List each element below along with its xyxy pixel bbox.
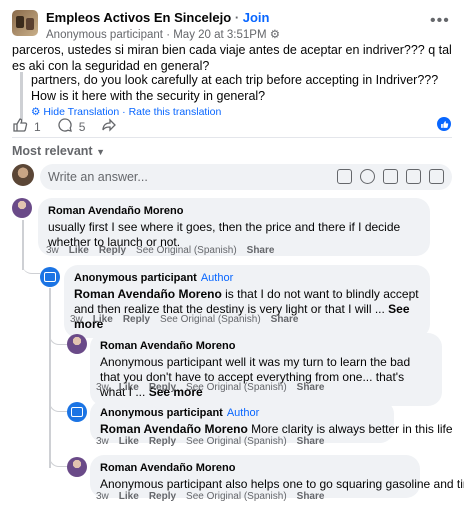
comment-author[interactable]: Anonymous participant [100, 407, 223, 419]
comment-time[interactable]: 3w [96, 491, 109, 502]
share-button[interactable]: Share [271, 314, 299, 325]
thread-connector [49, 400, 67, 412]
post-date[interactable]: May 20 at 3:51PM [173, 29, 266, 41]
share-button[interactable]: Share [297, 382, 325, 393]
comment-time[interactable]: 3w [46, 245, 59, 256]
share-button[interactable]: Share [297, 436, 325, 447]
comment-text-row: Roman Avendaño Moreno is that I do not w… [74, 287, 420, 332]
like-button[interactable]: Like [119, 491, 139, 502]
like-reaction-icon[interactable] [437, 117, 451, 131]
comment-actions: 3w Like Reply See Original (Spanish) Sha… [96, 436, 324, 447]
see-original-link[interactable]: See Original (Spanish) [186, 382, 287, 393]
translation-block: partners, do you look carefully at each … [20, 72, 450, 120]
comment-author[interactable]: Roman Avendaño Moreno [100, 461, 410, 476]
comment-time[interactable]: 3w [96, 436, 109, 447]
comment-actions: 3w Like Reply See Original (Spanish) Sha… [96, 382, 324, 393]
avatar[interactable] [40, 267, 60, 287]
reply-button[interactable]: Reply [149, 436, 176, 447]
comment-actions: 3w Like Reply See Original (Spanish) Sha… [70, 314, 298, 325]
thread-line [49, 288, 51, 468]
translation-text: partners, do you look carefully at each … [31, 73, 439, 103]
sort-label: Most relevant [12, 144, 93, 158]
reply-button[interactable]: Reply [149, 491, 176, 502]
see-original-link[interactable]: See Original (Spanish) [136, 245, 237, 256]
avatar[interactable] [67, 334, 87, 354]
avatar-sticker-icon[interactable] [337, 169, 352, 184]
like-button[interactable]: Like [119, 436, 139, 447]
group-header: Empleos Activos En Sincelejo · Join [46, 10, 270, 25]
post-author[interactable]: Anonymous participant [46, 29, 163, 41]
group-avatar[interactable] [12, 10, 38, 36]
share-button[interactable]: Share [247, 245, 275, 256]
reply-button[interactable]: Reply [149, 382, 176, 393]
answer-input[interactable]: Write an answer... [40, 164, 452, 190]
share-icon[interactable] [101, 117, 117, 136]
comment-time[interactable]: 3w [70, 314, 83, 325]
comment-author-row: Anonymous participant Author [74, 271, 420, 286]
share-button[interactable]: Share [297, 491, 325, 502]
chevron-down-icon: ▼ [96, 147, 105, 157]
comment-author-row: Anonymous participant Author [100, 406, 384, 421]
answer-tools [337, 169, 444, 184]
privacy-icon: ⚙ [269, 29, 281, 41]
see-original-link[interactable]: See Original (Spanish) [186, 491, 287, 502]
avatar[interactable] [12, 164, 34, 186]
sticker-icon[interactable] [429, 169, 444, 184]
thread-connector [49, 333, 67, 345]
answer-placeholder: Write an answer... [48, 170, 148, 184]
comment-actions: 3w Like Reply See Original (Spanish) Sha… [46, 245, 274, 256]
mention-link[interactable]: Roman Avendaño Moreno [74, 287, 222, 301]
comment-bubble: Anonymous participant Author Roman Avenda… [64, 265, 430, 338]
like-icon[interactable] [12, 117, 28, 136]
comment-icon[interactable] [57, 117, 73, 136]
emoji-icon[interactable] [360, 169, 375, 184]
reply-button[interactable]: Reply [99, 245, 126, 256]
like-button[interactable]: Like [69, 245, 89, 256]
avatar[interactable] [67, 457, 87, 477]
sort-dropdown[interactable]: Most relevant ▼ [12, 144, 105, 158]
thread-connector [49, 455, 67, 467]
comment-count[interactable]: 5 [79, 120, 86, 134]
avatar[interactable] [67, 402, 87, 422]
rate-translation-link[interactable]: Rate this translation [129, 106, 222, 118]
author-badge: Author [200, 272, 234, 284]
avatar[interactable] [12, 198, 32, 218]
comment-author[interactable]: Roman Avendaño Moreno [48, 204, 420, 219]
post-actions: 1 5 [12, 117, 117, 136]
comment-text: Anonymous participant also helps one to … [100, 477, 464, 491]
post-meta: Anonymous participant · May 20 at 3:51PM… [46, 29, 281, 41]
more-options-icon[interactable]: ••• [430, 12, 450, 30]
author-badge: Author [226, 407, 260, 419]
reply-button[interactable]: Reply [123, 314, 150, 325]
comment-text: More clarity is always better in this li… [247, 422, 453, 436]
comment-bubble: Roman Avendaño Moreno Anonymous particip… [90, 333, 442, 406]
group-name[interactable]: Empleos Activos En Sincelejo [46, 10, 231, 25]
mention-link[interactable]: Roman Avendaño Moreno [100, 422, 248, 436]
like-count[interactable]: 1 [34, 120, 41, 134]
see-original-link[interactable]: See Original (Spanish) [160, 314, 261, 325]
camera-icon[interactable] [383, 169, 398, 184]
comment-actions: 3w Like Reply See Original (Spanish) Sha… [96, 491, 324, 502]
thread-connector [22, 262, 40, 274]
like-button[interactable]: Like [93, 314, 113, 325]
comment-time[interactable]: 3w [96, 382, 109, 393]
see-original-link[interactable]: See Original (Spanish) [186, 436, 287, 447]
like-button[interactable]: Like [119, 382, 139, 393]
comment-author[interactable]: Roman Avendaño Moreno [100, 339, 432, 354]
comment-text-row: Roman Avendaño Moreno More clarity is al… [100, 422, 453, 437]
comment-text-row: Anonymous participant well it was my tur… [100, 355, 432, 400]
divider [12, 137, 452, 138]
gif-icon[interactable] [406, 169, 421, 184]
join-button[interactable]: Join [243, 10, 270, 25]
post-text: parceros, ustedes si miran bien cada via… [12, 43, 452, 73]
comment-author[interactable]: Anonymous participant [74, 272, 197, 284]
